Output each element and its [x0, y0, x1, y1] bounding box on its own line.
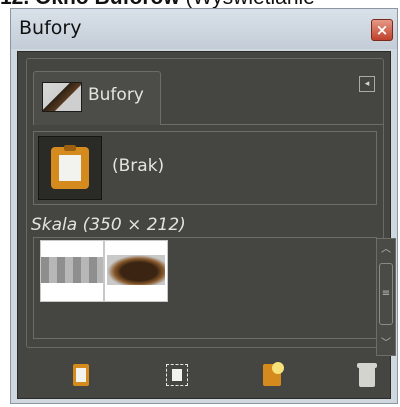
paste-into-icon[interactable]: [162, 360, 192, 390]
document-heading: 12. Okno Buforów (Wyświetlanie: [0, 0, 400, 8]
tab-bufory[interactable]: Bufory: [33, 71, 161, 125]
active-buffer-preview: [38, 136, 102, 200]
buffer-image-2: [107, 255, 165, 285]
buffer-thumbnail-2[interactable]: [104, 240, 168, 302]
tab-image-icon: [42, 82, 82, 112]
scroll-up-icon[interactable]: ︿: [379, 243, 393, 257]
buffer-grid: ︿ ≡ ﹀: [33, 237, 396, 356]
buffer-thumbnail-1[interactable]: [40, 240, 104, 302]
buffers-window: Bufory × Bufory ◂ (Brak) Skala (350 × 21…: [10, 8, 398, 404]
tab-menu-icon: ◂: [364, 79, 370, 89]
buffers-toolbar: [26, 356, 384, 396]
tab-menu-button[interactable]: ◂: [359, 76, 375, 92]
buffers-tab-panel: Bufory ◂ (Brak) Skala (350 × 212) ︿ ≡ ﹀: [26, 58, 396, 356]
clipboard-icon: [51, 145, 89, 189]
scroll-down-icon[interactable]: ﹀: [379, 337, 393, 351]
close-icon: ×: [375, 21, 389, 39]
scroll-thumb[interactable]: ≡: [379, 263, 393, 325]
tab-label: Bufory: [88, 85, 144, 105]
delete-icon[interactable]: [352, 360, 382, 390]
close-button[interactable]: ×: [371, 19, 393, 41]
paste-as-new-icon[interactable]: [258, 360, 288, 390]
vertical-scrollbar[interactable]: ︿ ≡ ﹀: [376, 238, 396, 356]
active-buffer-row[interactable]: (Brak): [33, 131, 377, 205]
active-buffer-label: (Brak): [112, 156, 165, 176]
document-heading-bold: 12. Okno Buforów: [0, 0, 180, 8]
document-heading-normal: (Wyświetlanie: [180, 0, 315, 8]
tab-divider: [161, 124, 383, 125]
window-title: Bufory: [19, 17, 82, 39]
title-bar[interactable]: Bufory ×: [11, 9, 397, 49]
dock-panel: Bufory ◂ (Brak) Skala (350 × 212) ︿ ≡ ﹀: [17, 51, 396, 399]
buffer-image-1: [41, 257, 103, 283]
paste-icon[interactable]: [66, 360, 96, 390]
scale-label: Skala (350 × 212): [31, 215, 186, 235]
